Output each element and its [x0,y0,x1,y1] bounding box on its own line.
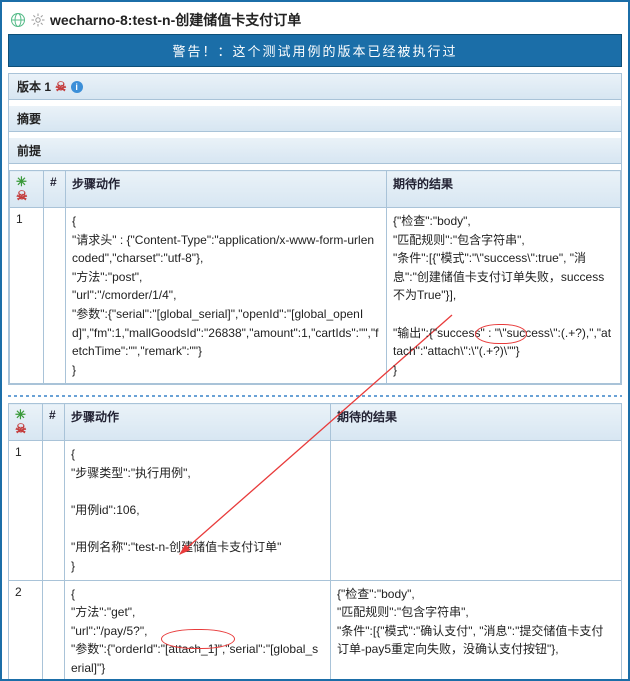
skull-icon: ☠ [55,80,67,93]
expected-col: 期待的结果 [331,404,622,441]
table-header-row: ✳ ☠ # 步骤动作 期待的结果 [10,171,621,208]
summary-header: 摘要 [9,106,621,132]
version-header: 版本 1 ☠ i [9,74,621,100]
icons-col: ✳ ☠ [10,171,44,208]
page-title: wecharno-8:test-n-创建储值卡支付订单 [50,10,301,30]
row-expected: {"检查":"body", "匹配规则":"包含字符串", "条件":[{"模式… [331,580,622,681]
icons-col: ✳ ☠ [9,404,43,441]
bug-icon[interactable]: ✳ [16,174,27,189]
row-idx: 1 [9,441,43,580]
row-expected [331,441,622,580]
action-col: 步骤动作 [66,171,387,208]
info-icon[interactable]: i [71,81,83,93]
row-idx: 2 [9,580,43,681]
row-expected: {"检查":"body", "匹配规则":"包含字符串", "条件":[{"模式… [387,208,621,384]
skull-icon[interactable]: ☠ [16,188,28,203]
expected-col: 期待的结果 [387,171,621,208]
row-action: { "请求头" : {"Content-Type":"application/x… [66,208,387,384]
bug-icon[interactable]: ✳ [15,407,26,422]
idx-col: # [44,171,66,208]
app-window: wecharno-8:test-n-创建储值卡支付订单 警告！：这个测试用例的版… [0,0,630,681]
row-idx: 1 [10,208,44,384]
row-action: { "方法":"get", "url":"/pay/5?", "参数":{"or… [65,580,331,681]
table-row: 1 { "请求头" : {"Content-Type":"application… [10,208,621,384]
row-action: { "步骤类型":"执行用例", "用例id":106, "用例名称":"tes… [65,441,331,580]
case-panel: 版本 1 ☠ i 摘要 前提 ✳ ☠ # 步骤动作 期待的结果 [8,73,622,385]
section-separator [8,395,622,397]
table-row: 2 { "方法":"get", "url":"/pay/5?", "参数":{"… [9,580,622,681]
action-col: 步骤动作 [65,404,331,441]
lower-steps-table: ✳ ☠ # 步骤动作 期待的结果 1 { "步骤类型":"执行用例", "用例i… [8,403,622,681]
gear-icon [30,12,46,28]
warning-banner: 警告！：这个测试用例的版本已经被执行过 [8,34,622,67]
upper-steps-table: ✳ ☠ # 步骤动作 期待的结果 1 { "请求头" : {"Content-T… [9,170,621,384]
precondition-header: 前提 [9,138,621,164]
skull-icon[interactable]: ☠ [15,421,27,436]
globe-icon [10,12,26,28]
title-bar: wecharno-8:test-n-创建储值卡支付订单 [8,8,622,34]
idx-col: # [43,404,65,441]
version-label: 版本 1 [17,78,51,95]
table-header-row: ✳ ☠ # 步骤动作 期待的结果 [9,404,622,441]
table-row: 1 { "步骤类型":"执行用例", "用例id":106, "用例名称":"t… [9,441,622,580]
